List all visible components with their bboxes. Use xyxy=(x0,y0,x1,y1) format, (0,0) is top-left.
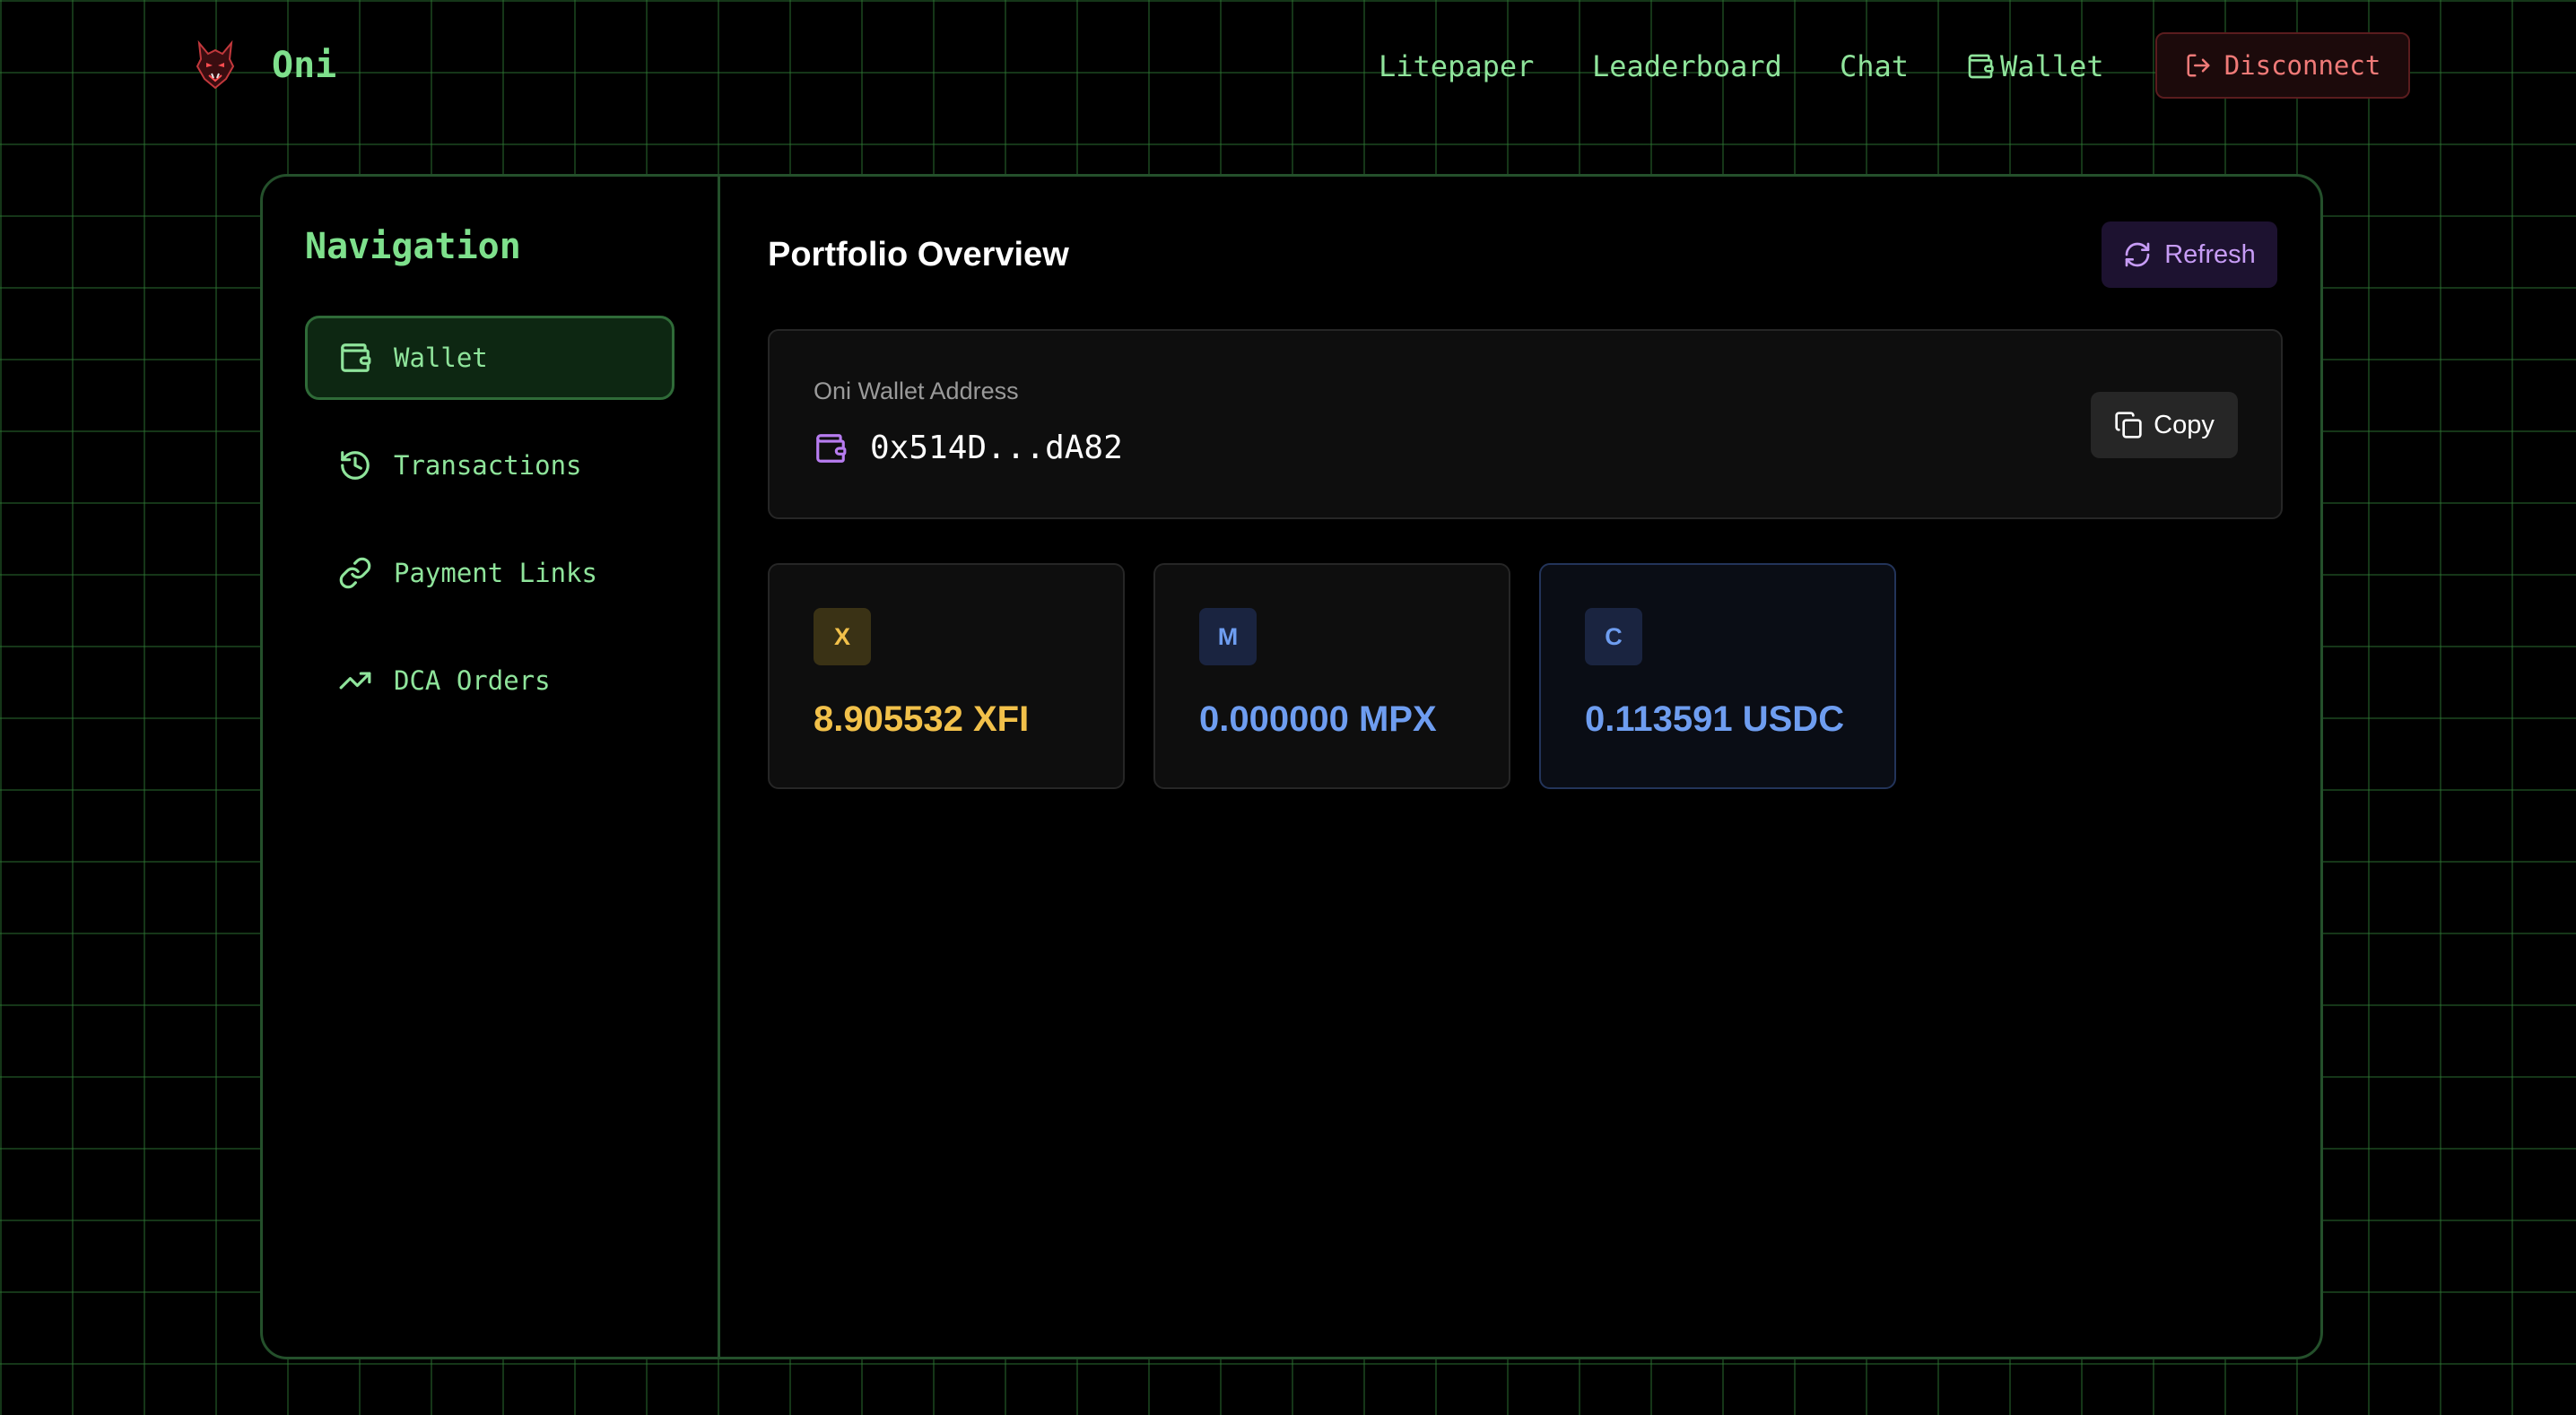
token-card-xfi: X 8.905532 XFI xyxy=(768,563,1125,789)
trending-up-icon xyxy=(339,672,371,690)
wallet-address-card: Oni Wallet Address 0x514D...dA82 Copy xyxy=(768,329,2283,519)
token-amount: 0.113591 USDC xyxy=(1585,699,1845,739)
token-badge: X xyxy=(814,608,871,665)
sidebar-title: Navigation xyxy=(305,226,521,267)
sidebar-item-label: DCA Orders xyxy=(394,665,551,696)
main-panel: Navigation Wallet Transactions Payment L… xyxy=(260,174,2323,1359)
sidebar-item-payment-links[interactable]: Payment Links xyxy=(305,531,674,615)
link-icon xyxy=(339,557,371,589)
sidebar-item-label: Payment Links xyxy=(394,558,597,588)
brand-name[interactable]: Oni xyxy=(272,43,336,88)
wallet-address-label: Oni Wallet Address xyxy=(814,378,1019,404)
sidebar-item-label: Wallet xyxy=(394,343,488,373)
history-icon xyxy=(341,451,370,480)
top-navbar: Oni Litepaper Leaderboard Chat Wallet Di… xyxy=(0,0,2576,131)
page-title: Portfolio Overview xyxy=(768,236,1069,273)
nav-chat-link[interactable]: Chat xyxy=(1840,47,1909,86)
token-amount: 0.000000 MPX xyxy=(1199,699,1437,739)
copy-button[interactable]: Copy xyxy=(2091,392,2238,458)
token-badge: C xyxy=(1585,608,1642,665)
nav-leaderboard-link[interactable]: Leaderboard xyxy=(1592,47,1782,86)
wallet-icon xyxy=(341,343,371,372)
sidebar-item-dca-orders[interactable]: DCA Orders xyxy=(305,638,674,723)
refresh-label: Refresh xyxy=(2164,239,2256,269)
nav-litepaper-link[interactable]: Litepaper xyxy=(1379,47,1534,86)
token-amount: 8.905532 XFI xyxy=(814,699,1030,739)
refresh-icon xyxy=(2125,242,2150,267)
disconnect-label: Disconnect xyxy=(2224,50,2381,81)
content-area: Portfolio Overview Refresh Oni Wallet Ad… xyxy=(723,177,2320,1357)
refresh-button[interactable]: Refresh xyxy=(2102,221,2277,288)
sidebar: Navigation Wallet Transactions Payment L… xyxy=(263,177,720,1357)
wallet-icon xyxy=(1968,54,1994,79)
copy-icon xyxy=(2115,412,2142,438)
nav-wallet-link[interactable]: Wallet xyxy=(2000,47,2104,86)
sidebar-item-label: Transactions xyxy=(394,450,582,481)
logout-icon xyxy=(2187,54,2210,77)
token-badge: M xyxy=(1199,608,1257,665)
copy-label: Copy xyxy=(2154,410,2215,439)
token-card-mpx: M 0.000000 MPX xyxy=(1153,563,1510,789)
wallet-icon xyxy=(816,434,847,463)
sidebar-item-wallet[interactable]: Wallet xyxy=(305,316,674,400)
token-card-usdc: C 0.113591 USDC xyxy=(1539,563,1896,789)
disconnect-button[interactable]: Disconnect xyxy=(2155,32,2410,99)
oni-logo-icon[interactable] xyxy=(196,39,235,91)
wallet-address-value: 0x514D...dA82 xyxy=(870,430,1123,466)
sidebar-item-transactions[interactable]: Transactions xyxy=(305,423,674,508)
